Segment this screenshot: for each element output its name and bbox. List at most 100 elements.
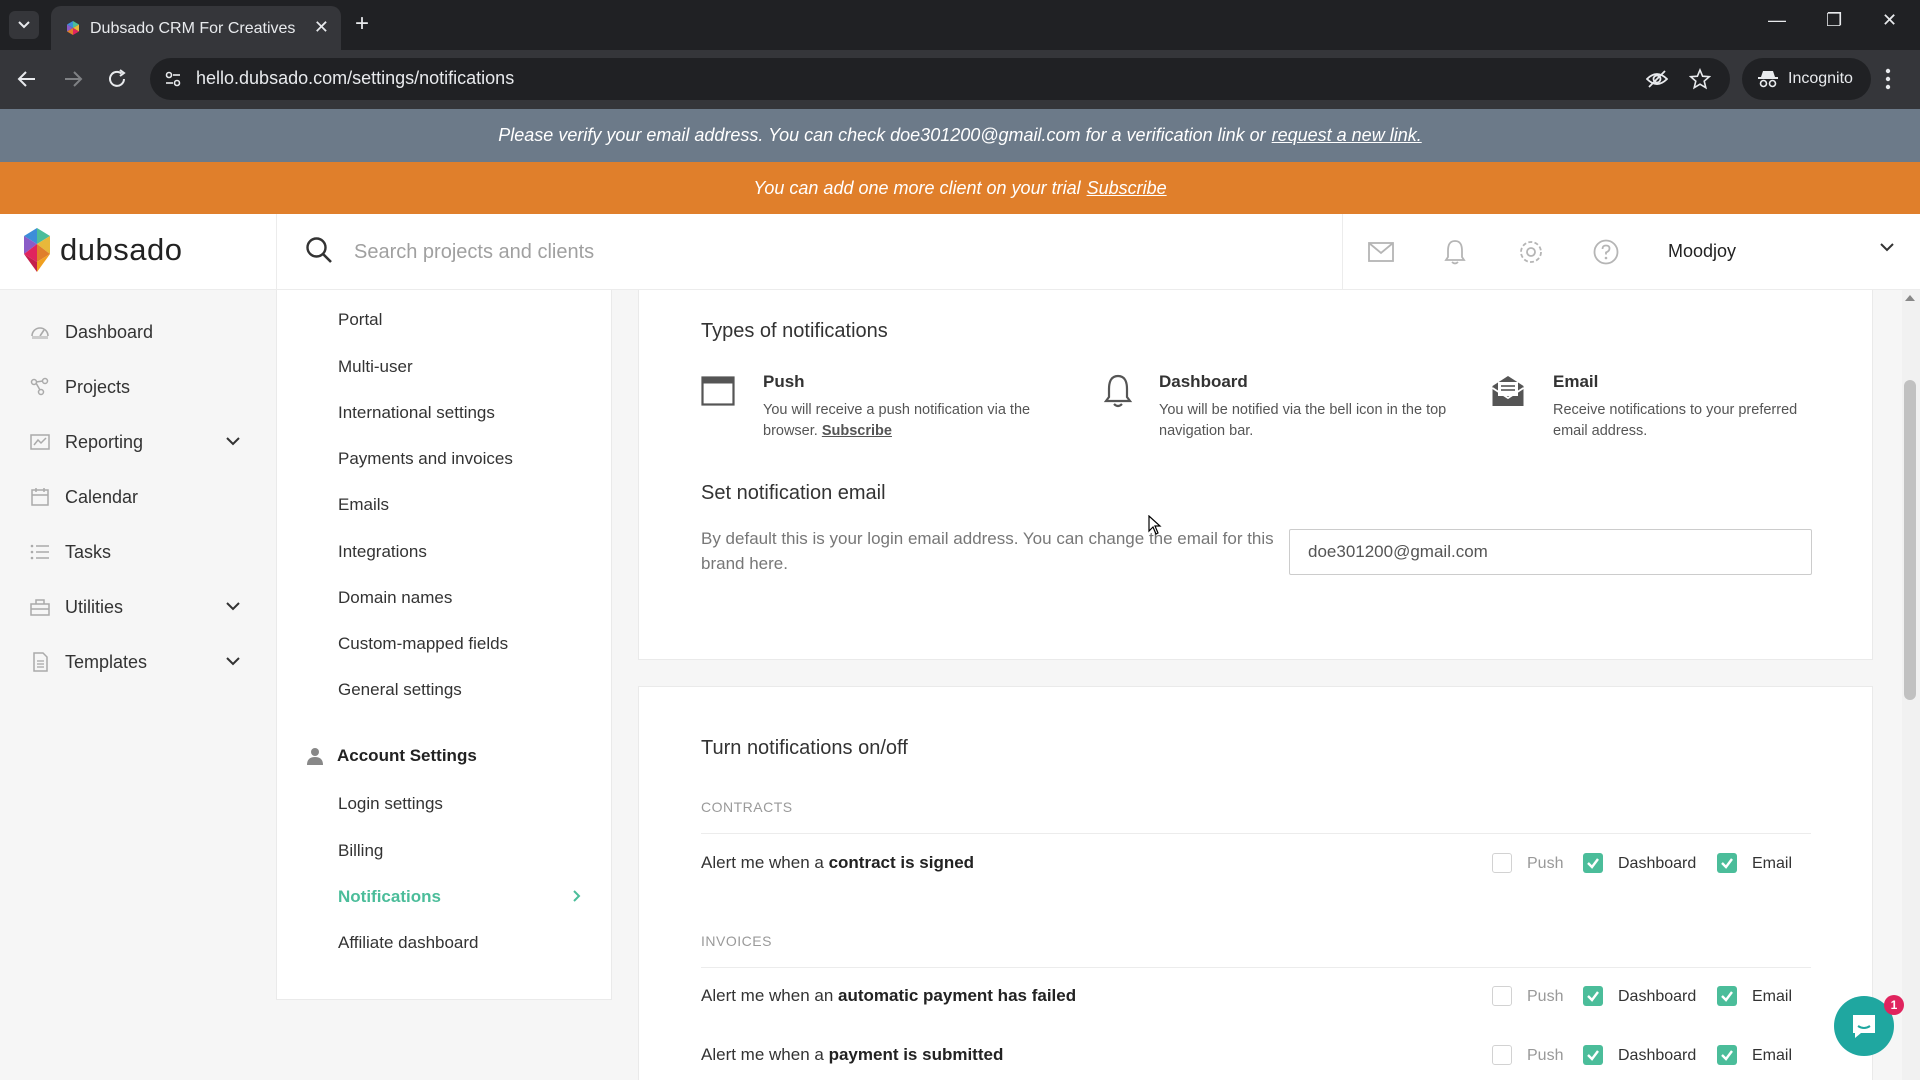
minimize-icon[interactable]: — [1768, 10, 1786, 31]
alert-text: Alert me when an automatic payment has f… [701, 986, 1076, 1006]
alert-text: Alert me when a contract is signed [701, 853, 974, 873]
dashboard-checkbox-label: Dashboard [1618, 855, 1697, 872]
email-checkbox-label: Email [1752, 1047, 1793, 1064]
scroll-up-arrow-icon[interactable] [1905, 295, 1915, 301]
alert-row-contract-signed: Alert me when a contract is signed Push … [701, 849, 1811, 879]
help-icon[interactable] [1593, 239, 1619, 265]
mail-icon[interactable] [1368, 242, 1394, 262]
close-tab-icon[interactable]: ✕ [314, 17, 329, 38]
mouse-cursor-icon [1148, 515, 1162, 535]
page-scrollbar-thumb[interactable] [1904, 380, 1916, 700]
submenu-item-general-settings[interactable]: General settings [338, 680, 462, 700]
submenu-item-emails[interactable]: Emails [338, 495, 389, 515]
chevron-down-icon [226, 657, 240, 666]
nav-item-tasks[interactable]: Tasks [30, 537, 250, 567]
submenu-item-affiliate-dashboard[interactable]: Affiliate dashboard [338, 933, 479, 953]
nav-item-utilities[interactable]: Utilities [30, 592, 250, 622]
push-subscribe-link[interactable]: Subscribe [822, 423, 892, 439]
restore-icon[interactable]: ❐ [1826, 10, 1842, 31]
dashboard-checkbox[interactable] [1583, 853, 1603, 873]
nav-item-templates[interactable]: Templates [30, 647, 250, 677]
search-input[interactable] [354, 232, 1314, 272]
submenu-item-payments-and-invoices[interactable]: Payments and invoices [338, 449, 513, 469]
projects-icon [30, 377, 49, 396]
trial-subscribe-link[interactable]: Subscribe [1087, 178, 1167, 199]
email-checkbox[interactable] [1717, 853, 1737, 873]
submenu-item-multi-user[interactable]: Multi-user [338, 357, 413, 377]
browser-menu-icon[interactable] [1885, 68, 1891, 90]
browser-tab[interactable]: Dubsado CRM For Creatives ✕ [51, 6, 341, 50]
nav-label: Tasks [65, 541, 112, 562]
notification-email-description: By default this is your login email addr… [701, 529, 1274, 573]
envelope-open-icon [1492, 376, 1524, 406]
push-title: Push [763, 372, 805, 391]
submenu-item-domain-names[interactable]: Domain names [338, 588, 452, 608]
submenu-item-portal[interactable]: Portal [338, 310, 382, 330]
checkmark-icon [1721, 858, 1733, 869]
chevron-down-icon [226, 437, 240, 446]
chevron-down-icon [18, 21, 30, 29]
dubsado-favicon-icon [67, 21, 79, 35]
incognito-button[interactable]: Incognito [1742, 58, 1871, 100]
push-checkbox[interactable] [1492, 1045, 1512, 1065]
dashboard-checkbox-label: Dashboard [1618, 988, 1697, 1005]
chat-icon [1853, 1015, 1875, 1038]
verify-text: Please verify your email address. You ca… [498, 125, 1266, 145]
checkmark-icon [1587, 991, 1599, 1002]
nav-item-reporting[interactable]: Reporting [30, 427, 250, 457]
alert-subject: payment is submitted [828, 1045, 1004, 1064]
submenu-item-notifications[interactable]: Notifications [338, 887, 441, 907]
nav-item-calendar[interactable]: Calendar [30, 482, 250, 512]
incognito-label: Incognito [1788, 70, 1853, 87]
omnibox[interactable]: hello.dubsado.com/settings/notifications [150, 58, 1730, 100]
reload-icon[interactable] [106, 68, 128, 90]
browser-toolbar: hello.dubsado.com/settings/notifications… [0, 50, 1920, 109]
notification-types-card: Types of notifications Push You will rec… [638, 290, 1873, 660]
push-checkbox-label: Push [1527, 855, 1564, 872]
nav-item-dashboard[interactable]: Dashboard [30, 317, 250, 347]
email-description: Receive notifications to your preferred … [1553, 402, 1798, 439]
user-name: Moodjoy [1668, 241, 1737, 261]
site-info-icon[interactable] [164, 70, 182, 88]
nav-label: Dashboard [65, 321, 154, 342]
back-icon[interactable] [16, 68, 38, 90]
calendar-icon [31, 488, 49, 506]
alert-subject: contract is signed [828, 853, 975, 872]
bookmark-star-icon[interactable] [1689, 68, 1711, 90]
dubsado-logo[interactable]: dubsado [22, 228, 182, 272]
notification-email-input[interactable] [1289, 529, 1812, 575]
email-checkbox[interactable] [1717, 986, 1737, 1006]
submenu-item-custom-mapped-fields[interactable]: Custom-mapped fields [338, 634, 508, 654]
close-window-icon[interactable]: ✕ [1882, 10, 1897, 31]
types-heading: Types of notifications [701, 320, 888, 342]
eye-off-icon[interactable] [1646, 69, 1668, 89]
gear-icon[interactable] [1518, 239, 1544, 265]
request-new-link[interactable]: request a new link. [1272, 125, 1422, 146]
push-checkbox[interactable] [1492, 853, 1512, 873]
templates-icon [33, 652, 48, 672]
submenu-item-integrations[interactable]: Integrations [338, 542, 427, 562]
dubsado-logo-icon [24, 228, 50, 272]
bell-icon[interactable] [1444, 239, 1466, 265]
nav-label: Reporting [65, 431, 144, 452]
email-checkbox[interactable] [1717, 1045, 1737, 1065]
email-checkbox-label: Email [1752, 988, 1793, 1005]
left-navigation: Dashboard Projects Reporting Calendar Ta… [0, 290, 276, 1080]
nav-label: Projects [65, 376, 131, 397]
submenu-item-login-settings[interactable]: Login settings [338, 794, 443, 814]
user-menu[interactable]: Moodjoy [1668, 214, 1920, 290]
dashboard-checkbox[interactable] [1583, 1045, 1603, 1065]
category-label-invoices: INVOICES [701, 933, 772, 949]
submenu-item-international-settings[interactable]: International settings [338, 403, 495, 423]
search-icon[interactable] [305, 236, 333, 264]
alert-prefix: Alert me when a [701, 853, 824, 872]
tab-search-button[interactable] [9, 11, 39, 39]
push-checkbox[interactable] [1492, 986, 1512, 1006]
email-title: Email [1553, 372, 1599, 391]
url-text[interactable]: hello.dubsado.com/settings/notifications [196, 68, 514, 89]
nav-item-projects[interactable]: Projects [30, 372, 250, 402]
new-tab-icon[interactable]: + [355, 10, 369, 38]
dashboard-checkbox[interactable] [1583, 986, 1603, 1006]
forward-icon[interactable] [62, 68, 84, 90]
submenu-item-billing[interactable]: Billing [338, 841, 383, 861]
